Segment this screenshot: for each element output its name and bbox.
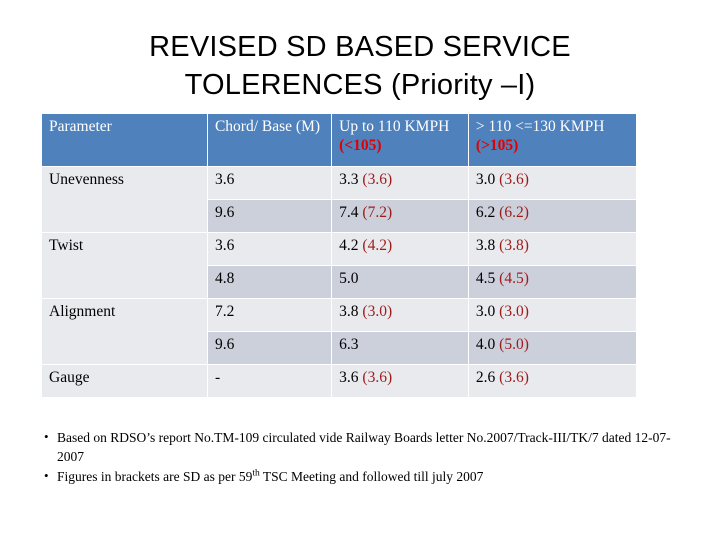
cell-value: 3.0 [475,171,496,188]
column-header-parameter-label: Parameter [49,118,112,135]
cell-value-accent: (3.0) [499,303,529,320]
cell-value: 4.5 [475,270,496,287]
cell-value-accent: (7.2) [362,204,393,221]
column-header-gt-110-label: > 110 <=130 KMPH [475,118,605,135]
row-header-unevenness: Unevenness [42,167,207,232]
cell-value: 3.0 [475,303,496,320]
cell-value-accent: (6.2) [499,204,529,221]
row-header-twist: Twist [42,233,207,298]
column-header-chord-base: Chord/ Base (M) [207,114,332,166]
column-header-gt-110-accent: (>105) [475,137,519,154]
row-header-label: Twist [49,237,84,254]
footnote-item: • Figures in brackets are SD as per 59th… [42,467,690,486]
cell-value: 7.4 [339,204,359,221]
cell-value: 3.8 [339,303,359,320]
footnote-text-post: TSC Meeting and followed till july 2007 [259,469,484,484]
cell-value: 3.3 [339,171,359,188]
cell-up110: 6.3 [332,332,468,364]
cell-value-accent: (4.5) [499,270,529,287]
cell-value: 2.6 [475,369,496,386]
column-header-up-to-110-label: Up to 110 KMPH [339,118,450,135]
cell-gt110: 6.2 (6.2) [468,200,636,232]
cell-value-accent: (3.6) [499,369,529,386]
footnote-text: Based on RDSO’s report No.TM-109 circula… [57,430,671,464]
cell-value: - [214,369,221,386]
cell-up110: 3.3 (3.6) [332,167,468,199]
cell-value-accent: (3.6) [362,369,393,386]
footnotes: • Based on RDSO’s report No.TM-109 circu… [42,428,690,487]
table-row: Alignment 7.2 3.8 (3.0) 3.0 (3.0) [42,299,636,364]
cell-value: 9.6 [214,336,235,353]
column-header-up-to-110-accent: (<105) [339,137,382,154]
cell-chord: 3.6 [207,233,332,265]
table-row: Unevenness 3.6 3.3 (3.6) 3.0 (3.6) [42,167,636,232]
bullet-icon: • [44,429,49,444]
cell-value: 6.2 [475,204,496,221]
cell-value: 9.6 [214,204,235,221]
cell-value: 3.6 [214,171,235,188]
cell-value: 4.8 [214,270,235,287]
table-header: Parameter Chord/ Base (M) Up to 110 KMPH… [42,114,636,166]
row-header-label: Gauge [49,369,90,386]
cell-value-accent: (3.8) [499,237,529,254]
column-header-gt-110: > 110 <=130 KMPH (>105) [468,114,636,166]
cell-up110: 7.4 (7.2) [332,200,468,232]
cell-gt110: 3.0 (3.0) [468,299,636,331]
table-header-row: Parameter Chord/ Base (M) Up to 110 KMPH… [42,114,636,166]
column-header-parameter: Parameter [42,114,207,166]
cell-chord: 3.6 [207,167,332,199]
cell-up110: 3.6 (3.6) [332,365,468,397]
footnote-text-pre: Figures in brackets are SD as per 59 [57,469,253,484]
cell-value: 7.2 [214,303,235,320]
cell-chord: 9.6 [207,332,332,364]
cell-gt110: 3.8 (3.8) [468,233,636,265]
cell-value-accent: (3.0) [362,303,393,320]
cell-value-accent: (4.2) [362,237,393,254]
row-header-label: Unevenness [49,171,124,188]
cell-up110: 5.0 [332,266,468,298]
page-title: REVISED SD BASED SERVICE TOLERENCES (Pri… [149,31,571,101]
column-header-chord-base-label: Chord/ Base (M) [214,118,321,135]
cell-gt110: 3.0 (3.6) [468,167,636,199]
cell-value: 6.3 [339,336,359,353]
cell-chord: 7.2 [207,299,332,331]
cell-value: 3.6 [339,369,359,386]
cell-value-accent: (3.6) [362,171,393,188]
cell-value: 5.0 [339,270,359,287]
footnote-superscript: th [252,468,260,479]
cell-gt110: 2.6 (3.6) [468,365,636,397]
footnote-item: • Based on RDSO’s report No.TM-109 circu… [42,428,690,466]
row-header-label: Alignment [49,303,116,320]
table-body: Unevenness 3.6 3.3 (3.6) 3.0 (3.6) 9.6 7… [42,167,636,397]
cell-value: 3.6 [214,237,235,254]
tolerance-table: Parameter Chord/ Base (M) Up to 110 KMPH… [41,113,637,398]
cell-gt110: 4.0 (5.0) [468,332,636,364]
column-header-up-to-110: Up to 110 KMPH (<105) [332,114,468,166]
cell-value: 3.8 [475,237,496,254]
table-row: Gauge - 3.6 (3.6) 2.6 (3.6) [42,365,636,397]
cell-chord: 4.8 [207,266,332,298]
table-row: Twist 3.6 4.2 (4.2) 3.8 (3.8) [42,233,636,298]
cell-value-accent: (3.6) [499,171,529,188]
cell-gt110: 4.5 (4.5) [468,266,636,298]
cell-value: 4.2 [339,237,359,254]
row-header-gauge: Gauge [42,365,207,397]
cell-up110: 4.2 (4.2) [332,233,468,265]
cell-chord: - [207,365,332,397]
cell-value: 4.0 [475,336,496,353]
row-header-alignment: Alignment [42,299,207,364]
cell-up110: 3.8 (3.0) [332,299,468,331]
bullet-icon: • [44,468,49,483]
cell-chord: 9.6 [207,200,332,232]
cell-value-accent: (5.0) [499,336,529,353]
